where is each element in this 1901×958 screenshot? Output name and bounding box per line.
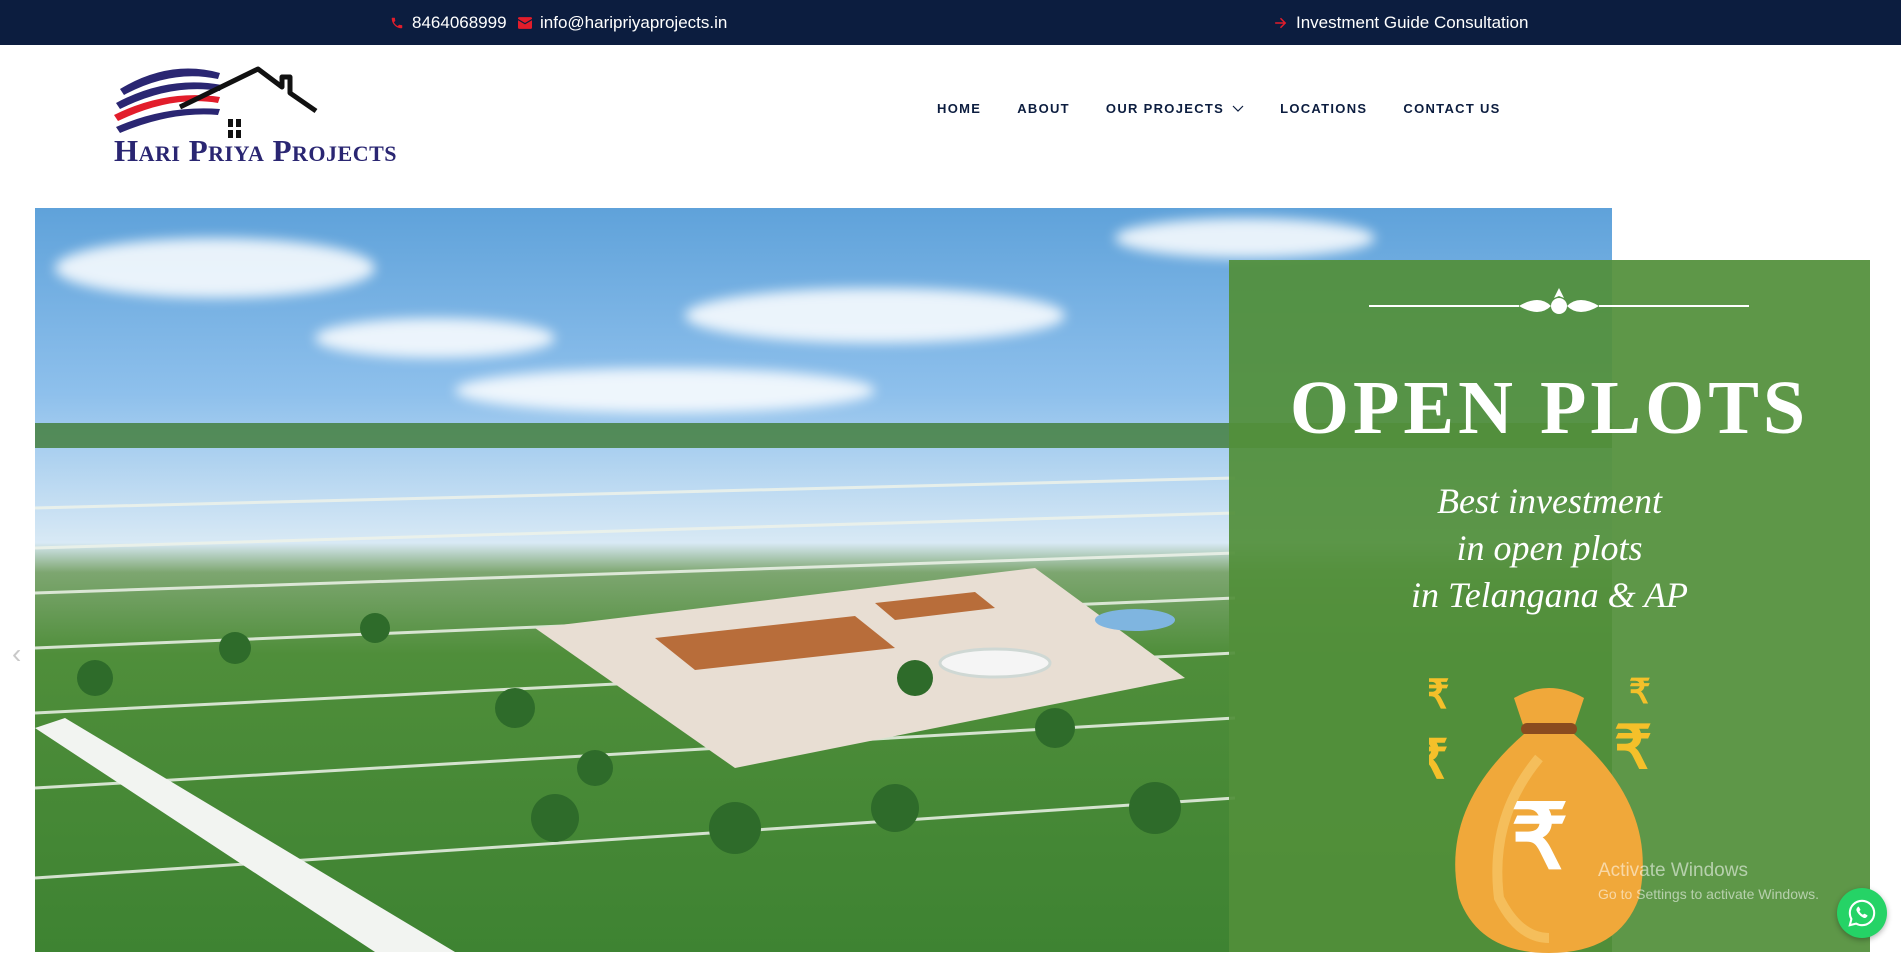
phone-number: 8464068999 xyxy=(412,13,507,32)
chevron-down-icon xyxy=(1232,105,1244,112)
rupee-icon: ₹ xyxy=(1511,788,1568,888)
nav-home[interactable]: HOME xyxy=(937,101,981,116)
main-navigation: HOME ABOUT OUR PROJECTS LOCATIONS CONTAC… xyxy=(937,101,1501,116)
arrow-right-icon xyxy=(1275,17,1287,29)
subtitle-line-3: in Telangana & AP xyxy=(1410,575,1689,615)
ornament-divider-icon xyxy=(1369,288,1749,314)
open-plots-heading: OPEN PLOTS xyxy=(1289,366,1810,450)
phone-link[interactable]: 8464068999 xyxy=(390,13,507,33)
nav-locations-label: LOCATIONS xyxy=(1280,101,1368,116)
nav-contact-us[interactable]: CONTACT US xyxy=(1403,101,1500,116)
top-contact-bar: 8464068999 info@haripriyaprojects.in Inv… xyxy=(0,0,1901,45)
activate-windows-title: Activate Windows xyxy=(1598,860,1748,881)
phone-icon xyxy=(391,17,403,29)
nav-locations[interactable]: LOCATIONS xyxy=(1280,101,1367,116)
site-header: Hari Priya Projects HOME ABOUT OUR PROJE… xyxy=(0,45,1901,208)
email-link[interactable]: info@haripriyaprojects.in xyxy=(518,13,727,33)
rupee-icon: ₹ xyxy=(1429,673,1449,717)
rupee-icon: ₹ xyxy=(1629,673,1651,711)
nav-our-projects-label: OUR PROJECTS xyxy=(1105,101,1225,116)
open-plots-subtitle: Best investment in open plots in Telanga… xyxy=(1229,478,1870,619)
nav-about[interactable]: ABOUT xyxy=(1017,101,1070,116)
money-bag-icon: ₹ ₹ ₹ ₹ ₹ xyxy=(1429,673,1652,953)
whatsapp-icon xyxy=(1848,899,1876,927)
open-plots-promo-panel: OPEN PLOTS Best investment in open plots… xyxy=(1229,260,1870,953)
activate-windows-hint: Go to Settings to activate Windows. xyxy=(1598,886,1819,902)
nav-contact-us-label: CONTACT US xyxy=(1403,101,1501,116)
slider-prev-arrow[interactable]: ‹ xyxy=(12,638,21,670)
rupee-icon: ₹ xyxy=(1429,730,1448,790)
brand-name: Hari Priya Projects xyxy=(114,133,397,168)
rupee-icon: ₹ xyxy=(1614,714,1652,781)
brand-logo[interactable]: Hari Priya Projects xyxy=(110,61,440,171)
email-address: info@haripriyaprojects.in xyxy=(540,13,728,32)
consultation-label: Investment Guide Consultation xyxy=(1296,13,1529,32)
nav-our-projects[interactable]: OUR PROJECTS xyxy=(1106,101,1244,116)
activate-windows-watermark: Activate Windows Go to Settings to activ… xyxy=(1598,860,1819,902)
consultation-link[interactable]: Investment Guide Consultation xyxy=(1274,13,1528,33)
envelope-icon xyxy=(518,17,532,29)
house-logo-icon xyxy=(114,66,318,138)
subtitle-line-1: Best investment xyxy=(1437,481,1662,521)
nav-about-label: ABOUT xyxy=(1017,101,1070,116)
whatsapp-chat-button[interactable] xyxy=(1837,888,1887,938)
subtitle-line-2: in open plots xyxy=(1456,528,1643,568)
nav-home-label: HOME xyxy=(937,101,982,116)
